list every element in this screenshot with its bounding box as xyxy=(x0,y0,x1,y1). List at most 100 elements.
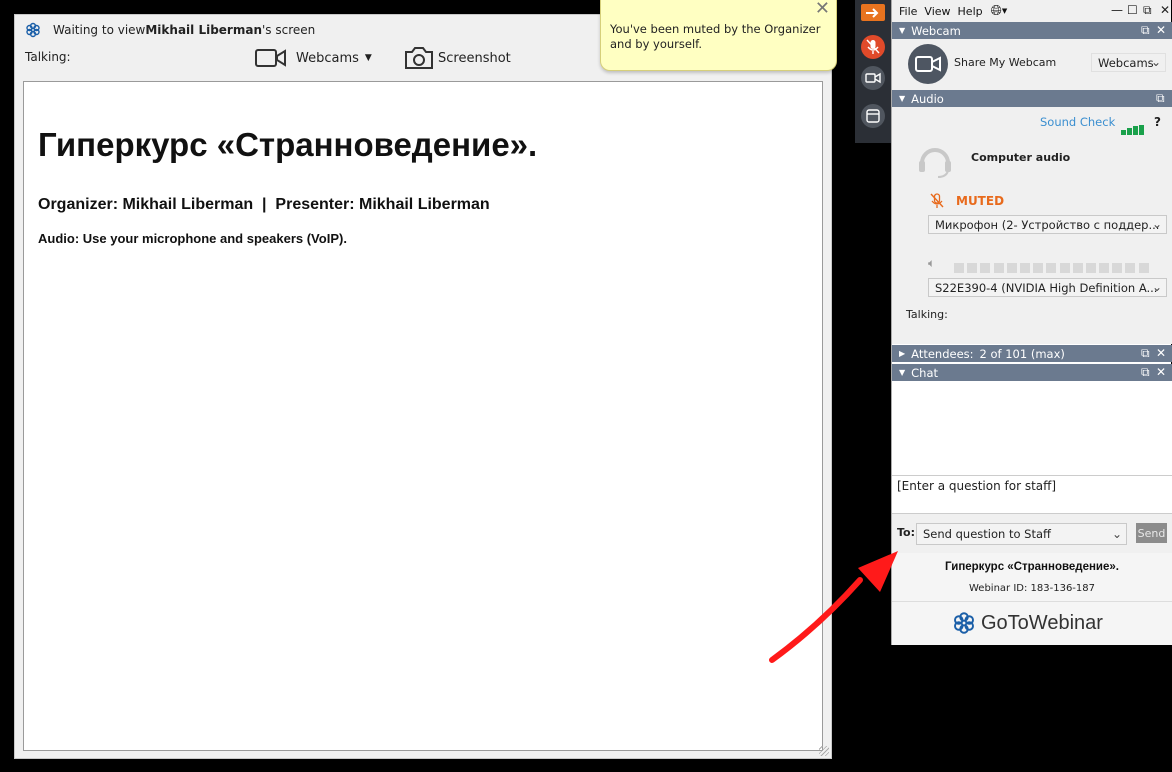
camera-icon xyxy=(405,47,433,69)
viewer-title-prefix: Waiting to view xyxy=(53,23,146,37)
audio-mode-label: Computer audio xyxy=(971,151,1071,164)
minimize-icon[interactable]: — xyxy=(1111,3,1123,17)
popout-icon[interactable]: ⧉ xyxy=(1141,23,1150,38)
audio-talking-label: Talking: xyxy=(906,308,948,321)
close-icon[interactable]: ✕ xyxy=(1156,365,1166,379)
microphone-dropdown[interactable]: Микрофон (2- Устройство с поддер... ⌄ xyxy=(928,215,1167,234)
help-icon[interactable]: ? xyxy=(1154,115,1161,129)
webinar-id: Webinar ID: 183-136-187 xyxy=(968,583,1095,594)
webcam-section-body: Share My Webcam Webcams ⌄ xyxy=(892,39,1172,90)
chat-send-bar: To: Send question to Staff ⌄ Send xyxy=(892,513,1172,553)
microphone-muted-icon xyxy=(930,193,944,208)
chevron-down-icon: ⌄ xyxy=(1151,217,1162,231)
resize-grip[interactable] xyxy=(819,746,829,756)
menu-view[interactable]: View xyxy=(924,5,950,18)
expand-triangle-icon: ▶ xyxy=(899,349,906,358)
brand-name: GoToWebinar xyxy=(981,611,1103,634)
chat-input[interactable]: [Enter a question for staff] xyxy=(892,475,1172,513)
audio-section-body: Sound Check ? Computer audio MUTED Микро… xyxy=(892,107,1172,344)
globe-icon[interactable]: 🌐︎ xyxy=(991,3,1002,19)
tooltip-text: You've been muted by the Organizer and b… xyxy=(610,22,821,51)
close-icon[interactable]: ✕ xyxy=(1156,346,1166,360)
webcam-toggle-button[interactable] xyxy=(861,66,885,90)
close-icon[interactable]: ✕ xyxy=(1160,3,1170,17)
speaker-dropdown[interactable]: S22E390-4 (NVIDIA High Definition A... ⌄ xyxy=(928,278,1167,297)
collapse-triangle-icon: ▼ xyxy=(899,94,906,103)
viewer-talking-label: Talking: xyxy=(25,50,71,64)
arrow-right-icon xyxy=(866,7,879,18)
chat-input-placeholder: [Enter a question for staff] xyxy=(897,479,1057,493)
headset-icon xyxy=(919,148,951,178)
popout-icon[interactable]: ⧉ xyxy=(1141,365,1150,380)
chevron-down-icon: ⌄ xyxy=(1151,280,1162,294)
viewer-title-suffix: 's screen xyxy=(262,23,316,37)
screen-audio-line: Audio: Use your microphone and speakers … xyxy=(38,231,347,246)
gotowebinar-logo-icon xyxy=(954,612,974,634)
popout-icon[interactable]: ⧉ xyxy=(1141,346,1150,361)
screen-organizer-line: Organizer: Mikhail Liberman | Presenter:… xyxy=(38,196,490,213)
muted-tooltip: ✕ You've been muted by the Organizer and… xyxy=(600,0,837,71)
webcams-dropdown-value: Webcams xyxy=(1098,55,1154,70)
webcam-section-header[interactable]: ▼ Webcam ⧉ ✕ xyxy=(892,22,1172,39)
speaker-dropdown-value: S22E390-4 (NVIDIA High Definition A... xyxy=(935,280,1158,295)
attendees-count: 2 of 101 (max) xyxy=(979,346,1065,361)
audio-header-label: Audio xyxy=(911,91,944,106)
close-icon[interactable]: ✕ xyxy=(815,0,830,19)
chat-header-label: Chat xyxy=(911,365,939,380)
microphone-muted-icon xyxy=(866,39,880,54)
shared-screen-area: Гиперкурс «Странноведение». Organizer: M… xyxy=(23,81,823,751)
menu-file[interactable]: File xyxy=(899,5,917,18)
share-webcam-label: Share My Webcam xyxy=(954,56,1057,69)
webcams-button[interactable]: Webcams ▼ xyxy=(255,45,372,71)
chat-section-header[interactable]: ▼ Chat ⧉ ✕ xyxy=(892,364,1172,381)
attendees-section-header[interactable]: ▶ Attendees: 2 of 101 (max) ⧉ ✕ xyxy=(892,345,1172,362)
control-panel: File View Help 🌐︎ ▼ — ☐ ⧉ ✕ ▼ Webcam ⧉ ✕… xyxy=(891,0,1172,645)
share-webcam-button[interactable] xyxy=(908,44,948,84)
speaker-level-meter xyxy=(954,258,1152,277)
audio-section-header[interactable]: ▼ Audio ⧉ xyxy=(892,90,1172,107)
to-label: To: xyxy=(897,526,915,539)
webcams-dropdown[interactable]: Webcams ⌄ xyxy=(1091,53,1166,72)
brand-logo: GoToWebinar xyxy=(952,611,1103,635)
chat-log[interactable] xyxy=(892,381,1172,475)
chevron-down-icon: ▼ xyxy=(1001,7,1008,15)
recipient-dropdown[interactable]: Send question to Staff ⌄ xyxy=(916,523,1127,545)
sound-check-link[interactable]: Sound Check xyxy=(1040,115,1115,129)
send-button[interactable]: Send xyxy=(1136,523,1167,543)
speaker-icon: 🔈︎ xyxy=(928,256,936,270)
panel-footer: Гиперкурс «Странноведение». Webinar ID: … xyxy=(892,553,1172,645)
screenshot-button[interactable]: Screenshot xyxy=(404,45,511,71)
viewer-window: Waiting to view Mikhail Liberman 's scre… xyxy=(14,14,832,759)
video-camera-icon xyxy=(915,56,941,72)
expand-panel-button[interactable] xyxy=(861,4,885,21)
viewer-title-name: Mikhail Liberman xyxy=(145,23,262,37)
attendees-header-label: Attendees: xyxy=(911,346,974,361)
screenshot-label: Screenshot xyxy=(438,50,511,66)
video-camera-icon xyxy=(255,49,286,67)
restore-icon[interactable]: ☐ xyxy=(1127,3,1138,17)
microphone-dropdown-value: Микрофон (2- Устройство с поддер... xyxy=(935,217,1160,232)
webcam-header-label: Webcam xyxy=(911,23,961,38)
recipient-dropdown-value: Send question to Staff xyxy=(923,527,1051,541)
grab-tab xyxy=(855,0,891,143)
screen-view-button[interactable] xyxy=(861,104,885,128)
chevron-down-icon: ▼ xyxy=(364,53,372,63)
menu-help[interactable]: Help xyxy=(958,5,983,18)
muted-status: MUTED xyxy=(956,194,1005,208)
send-button-label: Send xyxy=(1137,526,1166,540)
webcams-label: Webcams xyxy=(296,50,359,66)
popout-icon[interactable]: ⧉ xyxy=(1143,3,1152,18)
collapse-triangle-icon: ▼ xyxy=(899,26,906,35)
webinar-title: Гиперкурс «Странноведение». xyxy=(945,561,1119,573)
screen-heading: Гиперкурс «Странноведение». xyxy=(38,126,538,163)
signal-meter-icon xyxy=(1121,116,1144,135)
popout-icon[interactable]: ⧉ xyxy=(1156,91,1165,106)
collapse-triangle-icon: ▼ xyxy=(899,368,906,377)
video-camera-icon xyxy=(865,72,881,84)
gotowebinar-logo-icon xyxy=(26,22,40,38)
window-icon xyxy=(866,109,880,123)
menu-bar: File View Help 🌐︎ ▼ — ☐ ⧉ ✕ xyxy=(892,0,1171,22)
mic-mute-button[interactable] xyxy=(861,35,885,59)
close-icon[interactable]: ✕ xyxy=(1156,23,1166,37)
chevron-down-icon: ⌄ xyxy=(1150,55,1161,69)
